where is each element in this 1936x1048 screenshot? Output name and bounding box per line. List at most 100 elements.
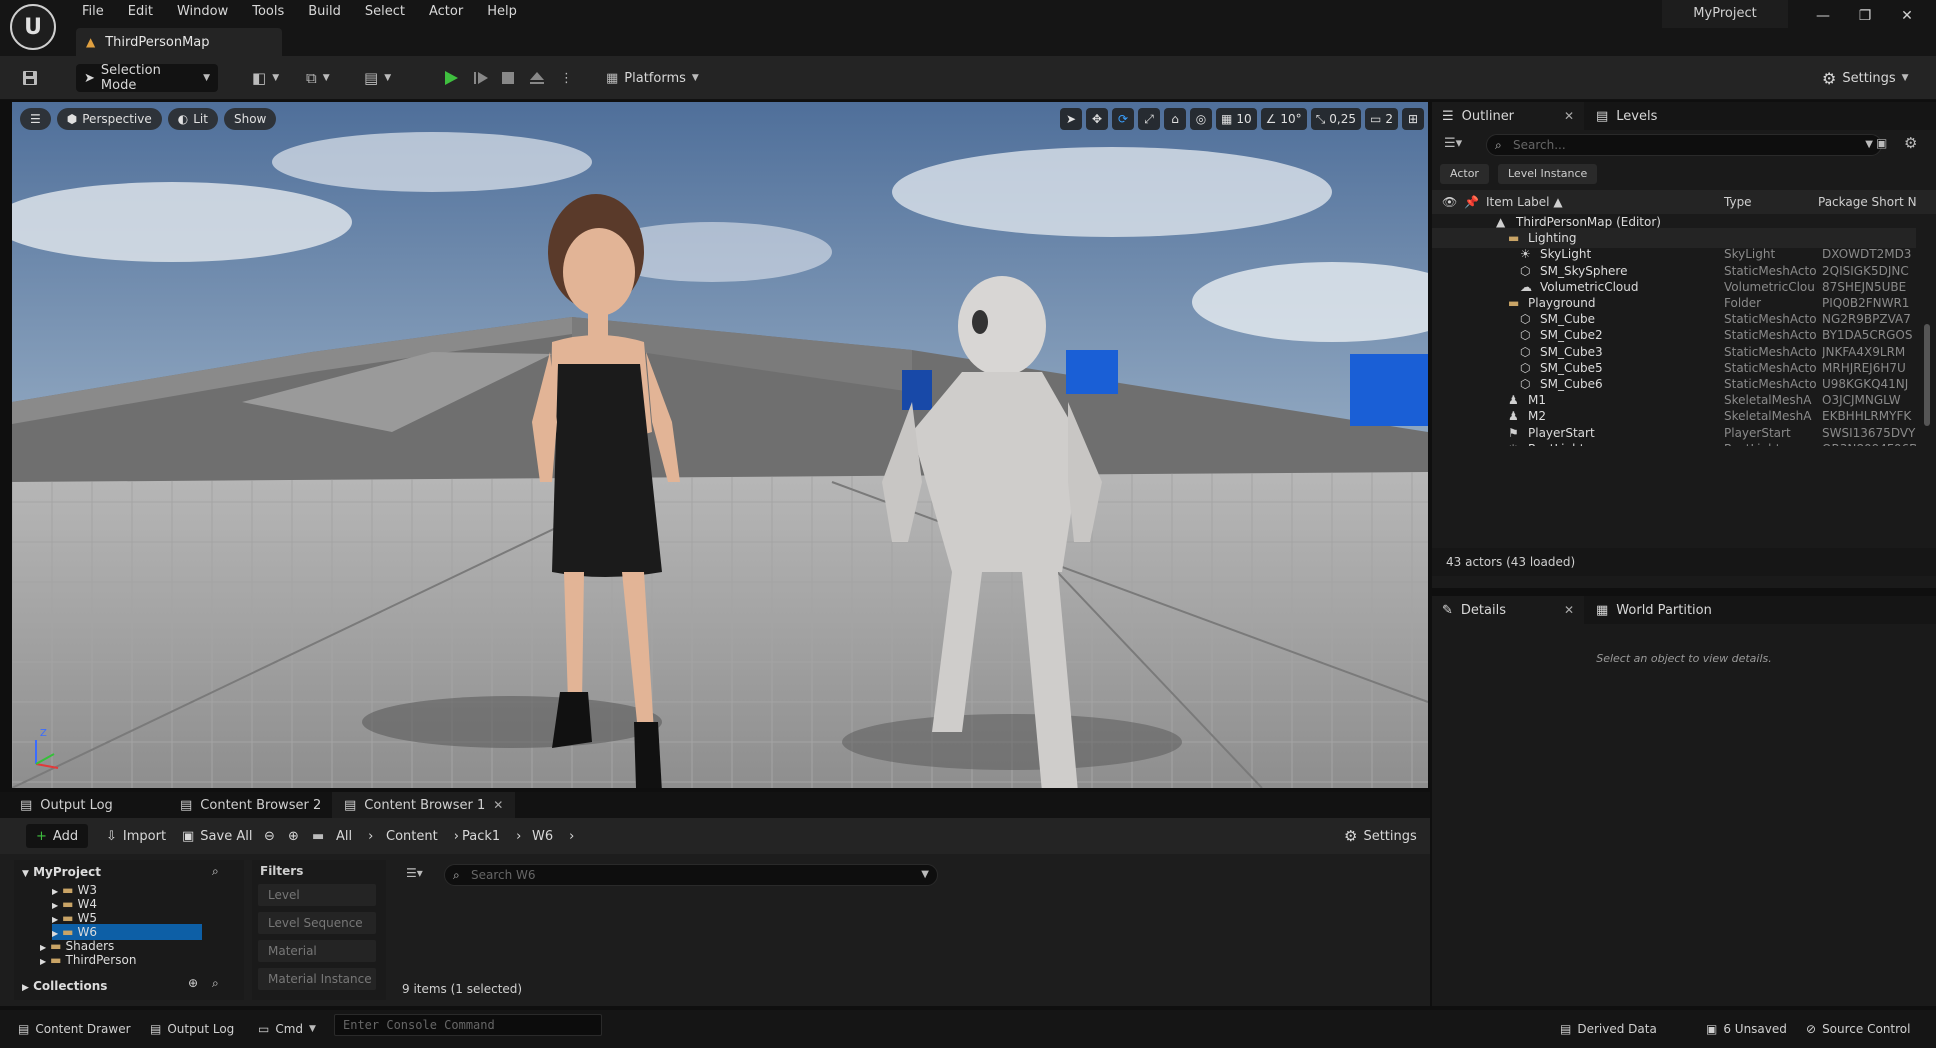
tree-root[interactable]: ▼ MyProject [22,864,242,880]
unsaved-button[interactable]: ▣ 6 Unsaved [1706,1018,1787,1040]
breadcrumb-content[interactable]: Content › [386,824,459,848]
source-control-button[interactable]: ⊘ Source Control [1806,1018,1910,1040]
tree-item[interactable]: ▶ ▬ ThirdPerson [40,952,260,968]
restore-icon[interactable]: ❐ [1850,4,1880,28]
close-icon[interactable]: ✕ [493,798,503,812]
breadcrumb-pack1[interactable]: Pack1 › [462,824,521,848]
map-tab[interactable]: ▲ ThirdPersonMap [76,28,282,56]
viewport-options-button[interactable]: ☰ [20,108,51,130]
cb-settings-label: Settings [1363,828,1417,844]
outliner-search-input[interactable]: ⌕ Search... ▼ [1486,134,1882,156]
surface-snap-icon[interactable]: ⌂ [1164,108,1187,130]
step-button[interactable] [472,64,490,92]
menu-help[interactable]: Help [475,2,529,22]
minimize-icon[interactable]: — [1808,4,1838,28]
filter-level-sequence[interactable]: Level Sequence [258,912,376,934]
camera-icon: ▭ [1370,112,1382,126]
world-local-icon[interactable]: ◎ [1190,108,1213,130]
outliner-scrollbar[interactable] [1924,214,1930,446]
details-tab-label: Details [1460,602,1506,618]
rotation-snap-button[interactable]: ∠ 10° [1260,108,1307,130]
outliner-tab-label: Outliner [1461,108,1515,124]
show-button[interactable]: Show [223,108,277,130]
eject-button[interactable] [528,64,546,92]
tab-outliner[interactable]: ☰ Outliner ✕ [1432,102,1584,130]
blueprint-button[interactable]: ⧉ ▼ [306,64,330,92]
column-package[interactable]: Package Short N [1818,190,1917,214]
import-button[interactable]: ⇩ Import [106,824,166,848]
filter-chip-level-instance[interactable]: Level Instance [1498,164,1598,184]
column-type[interactable]: Type [1724,190,1752,214]
menu-edit[interactable]: Edit [116,2,165,22]
tab-content-browser-2[interactable]: ▤ Content Browser 2 [168,792,333,818]
selection-mode-dropdown[interactable]: ➤ Selection Mode ▼ [76,63,218,93]
search-icon[interactable]: ⌕ [212,976,219,991]
derived-data-button[interactable]: ▤ Derived Data [1560,1018,1657,1040]
filter-icon[interactable]: ☰▾ [406,866,423,880]
history-back-icon[interactable]: ⊖ [264,824,275,848]
search-icon[interactable]: ⌕ [212,864,219,879]
tab-details[interactable]: ✎ Details ✕ [1432,596,1584,624]
more-options-icon[interactable]: ⋮ [560,64,573,92]
grid-snap-button[interactable]: ▦ 10 [1216,108,1257,130]
layout-icon[interactable]: ⊞ [1402,108,1424,130]
step-icon [474,72,488,84]
close-window-icon[interactable]: ✕ [1892,4,1922,28]
scale-snap-button[interactable]: ⤡ 0,25 [1310,108,1362,130]
pin-icon[interactable]: 📌 [1464,190,1479,214]
level-viewport[interactable]: ☰ ⬢ Perspective ◐ Lit Show ➤ ✥ ⟳ ⤢ ⌂ ◎ ▦… [12,102,1428,788]
rotate-tool-icon[interactable]: ⟳ [1112,108,1135,130]
filter-level[interactable]: Level [258,884,376,906]
unreal-logo[interactable]: U [10,4,56,50]
folder-icon[interactable]: ▬ [312,824,324,848]
perspective-label: Perspective [82,112,152,126]
tab-content-browser-1[interactable]: ▤ Content Browser 1 ✕ [332,792,516,818]
tab-world-partition[interactable]: ▦ World Partition [1586,596,1746,624]
filter-material-instance[interactable]: Material Instance [258,968,376,990]
cb-settings-button[interactable]: ⚙ Settings [1344,824,1417,848]
tab-output-log[interactable]: ▤ Output Log [8,792,125,818]
menu-file[interactable]: File [70,2,116,22]
tab-levels[interactable]: ▤ Levels [1586,102,1706,130]
lit-button[interactable]: ◐ Lit [167,108,218,130]
save-all-button[interactable]: ▣ Save All [182,824,252,848]
add-actor-button[interactable]: ◧ ▼ [252,64,279,92]
filter-material[interactable]: Material [258,940,376,962]
perspective-button[interactable]: ⬢ Perspective [56,108,162,130]
close-icon[interactable]: ✕ [1564,603,1574,617]
content-drawer-button[interactable]: ▤ Content Drawer [18,1018,131,1040]
column-item-label[interactable]: Item Label ▲ [1486,190,1563,214]
platforms-dropdown[interactable]: ▦ Platforms ▼ [606,64,699,92]
menu-tools[interactable]: Tools [240,2,296,22]
filter-chip-actor[interactable]: Actor [1440,164,1489,184]
menu-build[interactable]: Build [296,2,353,22]
add-collection-icon[interactable]: ⊕ [188,976,198,990]
menu-actor[interactable]: Actor [417,2,475,22]
visibility-icon[interactable]: 👁 [1442,190,1457,214]
save-icon[interactable] [22,64,38,92]
menu-window[interactable]: Window [165,2,240,22]
menu-select[interactable]: Select [353,2,417,22]
asset-search-input[interactable]: ⌕ Search W6 ▼ [444,864,938,886]
output-log-button[interactable]: ▤ Output Log [150,1018,234,1040]
settings-dropdown[interactable]: ⚙ Settings ▼ [1822,64,1909,92]
gear-icon[interactable]: ⚙ [1904,134,1917,152]
translate-tool-icon[interactable]: ✥ [1086,108,1109,130]
outliner-row[interactable]: ✳RectLightRectLightQR3N8094F06D [1432,439,1916,446]
close-icon[interactable]: ✕ [1564,109,1574,123]
play-button[interactable] [442,64,460,92]
console-input[interactable]: Enter Console Command [334,1014,602,1036]
cinematics-button[interactable]: ▤ ▼ [364,64,391,92]
collections-header[interactable]: ▶ Collections [22,978,242,994]
add-folder-icon[interactable]: ▣ [1876,136,1887,150]
camera-speed-button[interactable]: ▭ 2 [1365,108,1398,130]
history-forward-icon[interactable]: ⊕ [288,824,299,848]
select-tool-icon[interactable]: ➤ [1060,108,1083,130]
cmd-dropdown[interactable]: ▭ Cmd ▼ [258,1018,316,1040]
stop-button[interactable] [500,64,516,92]
breadcrumb-all[interactable]: All › [336,824,373,848]
scale-tool-icon[interactable]: ⤢ [1138,108,1161,130]
filter-icon[interactable]: ☰▾ [1444,136,1462,151]
breadcrumb-w6[interactable]: W6 › [532,824,574,848]
add-button[interactable]: + Add [26,824,89,848]
